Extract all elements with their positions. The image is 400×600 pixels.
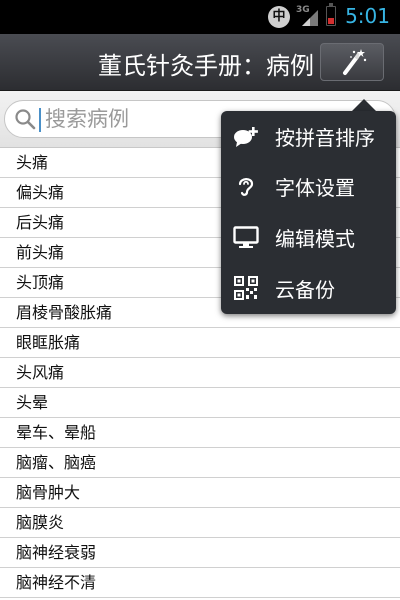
menu-toggle-button[interactable]: [320, 43, 384, 81]
list-item[interactable]: 脑神经衰弱: [0, 538, 400, 568]
list-item[interactable]: 脑瘤、脑癌: [0, 448, 400, 478]
menu-item-label: 字体设置: [275, 176, 355, 200]
menu-item-label: 云备份: [275, 278, 335, 302]
menu-item-cloud-backup[interactable]: 云备份: [221, 263, 396, 313]
magic-wand-icon: [343, 49, 367, 75]
menu-item-label: 编辑模式: [275, 227, 355, 251]
monitor-icon: [233, 226, 259, 248]
qr-code-icon: [234, 276, 258, 300]
ime-icon: 中: [268, 6, 290, 28]
list-item[interactable]: 脑神经不清: [0, 568, 400, 598]
popup-arrow: [352, 99, 376, 111]
page-title: 董氏针灸手册：病例: [98, 52, 314, 80]
list-item[interactable]: 晕车、晕船: [0, 418, 400, 448]
list-item[interactable]: 头晕: [0, 388, 400, 418]
list-item[interactable]: 脑膜炎: [0, 508, 400, 538]
list-item[interactable]: 眼眶胀痛: [0, 328, 400, 358]
app-screen: 中 3G 5:01 董氏针灸手册：病例 搜索病例 头痛 偏头痛 后头痛 前头痛 …: [0, 0, 400, 600]
menu-item-edit-mode[interactable]: 编辑模式: [221, 212, 396, 262]
signal-icon: [302, 10, 318, 26]
clock: 5:01: [345, 4, 390, 28]
battery-icon: [326, 3, 336, 26]
list-item[interactable]: 脑骨肿大: [0, 478, 400, 508]
text-cursor: [39, 108, 41, 132]
chat-add-icon: [234, 127, 258, 147]
menu-item-sort-pinyin[interactable]: 按拼音排序: [221, 111, 396, 161]
menu-item-label: 按拼音排序: [275, 126, 375, 150]
ear-icon: [238, 178, 254, 196]
title-bar: 董氏针灸手册：病例: [0, 34, 400, 91]
search-icon: [15, 109, 36, 130]
overflow-menu: 按拼音排序 字体设置 编辑模式 云备份: [221, 111, 396, 314]
list-item[interactable]: 头风痛: [0, 358, 400, 388]
menu-item-font-settings[interactable]: 字体设置: [221, 161, 396, 211]
battery-level: [328, 18, 334, 24]
status-bar: 中 3G 5:01: [0, 0, 400, 34]
